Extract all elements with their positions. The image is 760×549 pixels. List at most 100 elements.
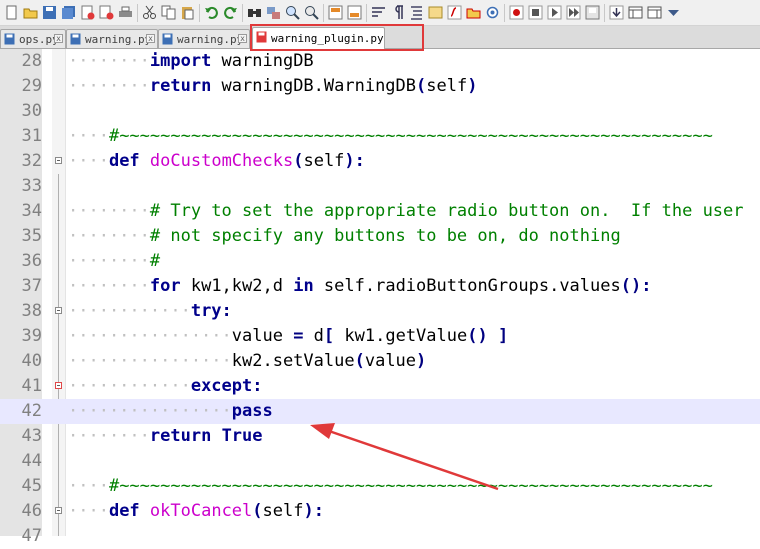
code-line[interactable]: 47 [0,524,760,549]
line-number: 36 [21,251,42,271]
cut-icon[interactable] [140,3,159,22]
replace-icon[interactable] [264,3,283,22]
tab[interactable]: ops.py x [0,29,66,48]
indent-whitespace-dots: ···· [68,126,109,146]
download-icon[interactable] [607,3,626,22]
save-icon[interactable] [40,3,59,22]
save-all-icon[interactable] [59,3,78,22]
stop-macro-icon[interactable] [526,3,545,22]
code-line[interactable]: 33 [0,174,760,199]
monitor-icon[interactable] [483,3,502,22]
sync-vertical-icon[interactable] [326,3,345,22]
line-number: 33 [21,176,42,196]
code-line[interactable]: 40 ················kw2.setValue(value) [0,349,760,374]
fold-toggle-icon[interactable] [55,507,62,514]
code-text: ········return True [68,424,263,449]
tab-close-icon[interactable]: x [54,34,63,43]
find-icon[interactable] [245,3,264,22]
folder-workspace-icon[interactable] [464,3,483,22]
indent-whitespace-dots: ················ [68,326,232,346]
new-file-icon[interactable] [2,3,21,22]
code-line[interactable]: 42 ················pass [0,399,760,424]
code-token: # [149,251,161,271]
code-text: ············try: [68,299,232,324]
code-token: ( [252,501,263,521]
copy-icon[interactable] [159,3,178,22]
panel-icon[interactable] [626,3,645,22]
toolbar-separator [504,3,505,22]
code-token: ( [293,151,304,171]
indent-whitespace-dots: ········ [68,226,150,246]
code-token: value [364,351,417,371]
line-number: 44 [21,451,42,471]
close-icon[interactable] [78,3,97,22]
code-text: ········import warningDB [68,49,314,74]
tab[interactable]: warning.py x [66,29,158,48]
fold-toggle-icon[interactable] [55,307,62,314]
code-line[interactable]: 28 ········import warningDB [0,49,760,74]
doc-map-icon[interactable] [426,3,445,22]
code-line[interactable]: 35 ········# not specify any buttons to b… [0,224,760,249]
code-line[interactable]: 30 [0,99,760,124]
panel-alt-icon[interactable] [645,3,664,22]
code-line[interactable]: 29 ········return warningDB.WarningDB(sel… [0,74,760,99]
redo-icon[interactable] [221,3,240,22]
indent-whitespace-dots: ···· [68,501,109,521]
code-token: except [190,376,253,396]
code-line[interactable]: 41 ············except: [0,374,760,399]
code-token: try [190,301,222,321]
code-line[interactable]: 45 ····#~~~~~~~~~~~~~~~~~~~~~~~~~~~~~~~~~… [0,474,760,499]
code-line[interactable]: 32 ····def doCustomChecks(self): [0,149,760,174]
indent-whitespace-dots: ············ [68,301,191,321]
code-line[interactable]: 44 [0,449,760,474]
code-editor[interactable]: 28 ········import warningDB 29 ········retu… [0,49,760,546]
code-line[interactable]: 36 ········# [0,249,760,274]
code-line[interactable]: 46 ····def okToCancel(self): [0,499,760,524]
tab[interactable]: warning.py x [158,29,250,48]
code-line[interactable]: 37 ········for kw1,kw2,d in self.radioBut… [0,274,760,299]
function-list-icon[interactable] [445,3,464,22]
sync-horizontal-icon[interactable] [345,3,364,22]
code-line[interactable]: 31 ····#~~~~~~~~~~~~~~~~~~~~~~~~~~~~~~~~~… [0,124,760,149]
print-icon[interactable] [116,3,135,22]
paste-icon[interactable] [178,3,197,22]
code-token: #~~~~~~~~~~~~~~~~~~~~~~~~~~~~~~~~~~~~~~~… [108,126,713,146]
open-file-icon[interactable] [21,3,40,22]
zoom-in-icon[interactable] [283,3,302,22]
code-text: ················value = d[ kw1.getValue(… [68,324,508,349]
code-token: ) [416,351,427,371]
code-token: ( [416,76,427,96]
code-line[interactable]: 38 ············try: [0,299,760,324]
code-line[interactable]: 34 ········# Try to set the appropriate r… [0,199,760,224]
save-macro-icon[interactable] [583,3,602,22]
code-token: value [231,326,294,346]
code-token: kw1.getValue [334,326,468,346]
indent-guide-icon[interactable] [407,3,426,22]
code-text: ········# Try to set the appropriate rad… [68,199,744,224]
code-token: : [252,376,263,396]
code-token: def [108,151,140,171]
record-macro-icon[interactable] [507,3,526,22]
code-line[interactable]: 39 ················value = d[ kw1.getValu… [0,324,760,349]
play-macro-icon[interactable] [545,3,564,22]
arrow-down-icon[interactable] [664,3,683,22]
word-wrap-icon[interactable] [369,3,388,22]
fold-toggle-icon[interactable] [55,157,62,164]
close-all-icon[interactable] [97,3,116,22]
tab-close-icon[interactable]: x [146,34,155,43]
line-number: 29 [21,76,42,96]
line-number: 30 [21,101,42,121]
zoom-out-icon[interactable] [302,3,321,22]
code-token: () [467,326,488,346]
show-all-chars-icon[interactable] [388,3,407,22]
run-macro-multiple-icon[interactable] [564,3,583,22]
saved-file-icon [4,33,15,45]
code-token: (): [620,276,652,296]
undo-icon[interactable] [202,3,221,22]
line-number: 39 [21,326,42,346]
code-line[interactable]: 43 ········return True [0,424,760,449]
tab-close-icon[interactable]: x [238,34,247,43]
fold-toggle-icon[interactable] [55,382,62,389]
indent-whitespace-dots: ···· [68,476,109,496]
